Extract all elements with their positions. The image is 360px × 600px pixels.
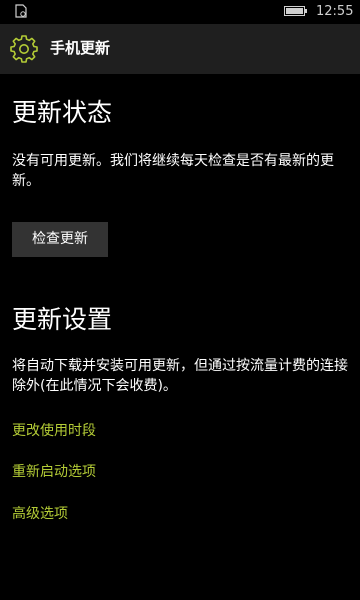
update-settings-heading: 更新设置 bbox=[12, 305, 113, 334]
update-status-heading: 更新状态 bbox=[12, 98, 113, 127]
app-indicator-icon bbox=[15, 4, 27, 18]
update-status-description: 没有可用更新。我们将继续每天检查是否有最新的更新。 bbox=[12, 153, 334, 189]
update-settings-description: 将自动下载并安装可用更新，但通过按流量计费的连接除外(在此情况下会收费)。 bbox=[12, 358, 348, 394]
title-bar: 手机更新 bbox=[0, 24, 360, 74]
battery-icon bbox=[284, 6, 307, 16]
page-title: 手机更新 bbox=[50, 39, 111, 57]
gear-icon bbox=[10, 35, 38, 63]
status-clock: 12:55 bbox=[316, 4, 354, 19]
change-active-hours-link[interactable]: 更改使用时段 bbox=[12, 421, 96, 441]
check-updates-button[interactable]: 检查更新 bbox=[12, 222, 108, 257]
restart-options-link[interactable]: 重新启动选项 bbox=[12, 462, 96, 482]
advanced-options-link[interactable]: 高级选项 bbox=[12, 504, 68, 524]
status-bar: 12:55 bbox=[0, 0, 360, 24]
